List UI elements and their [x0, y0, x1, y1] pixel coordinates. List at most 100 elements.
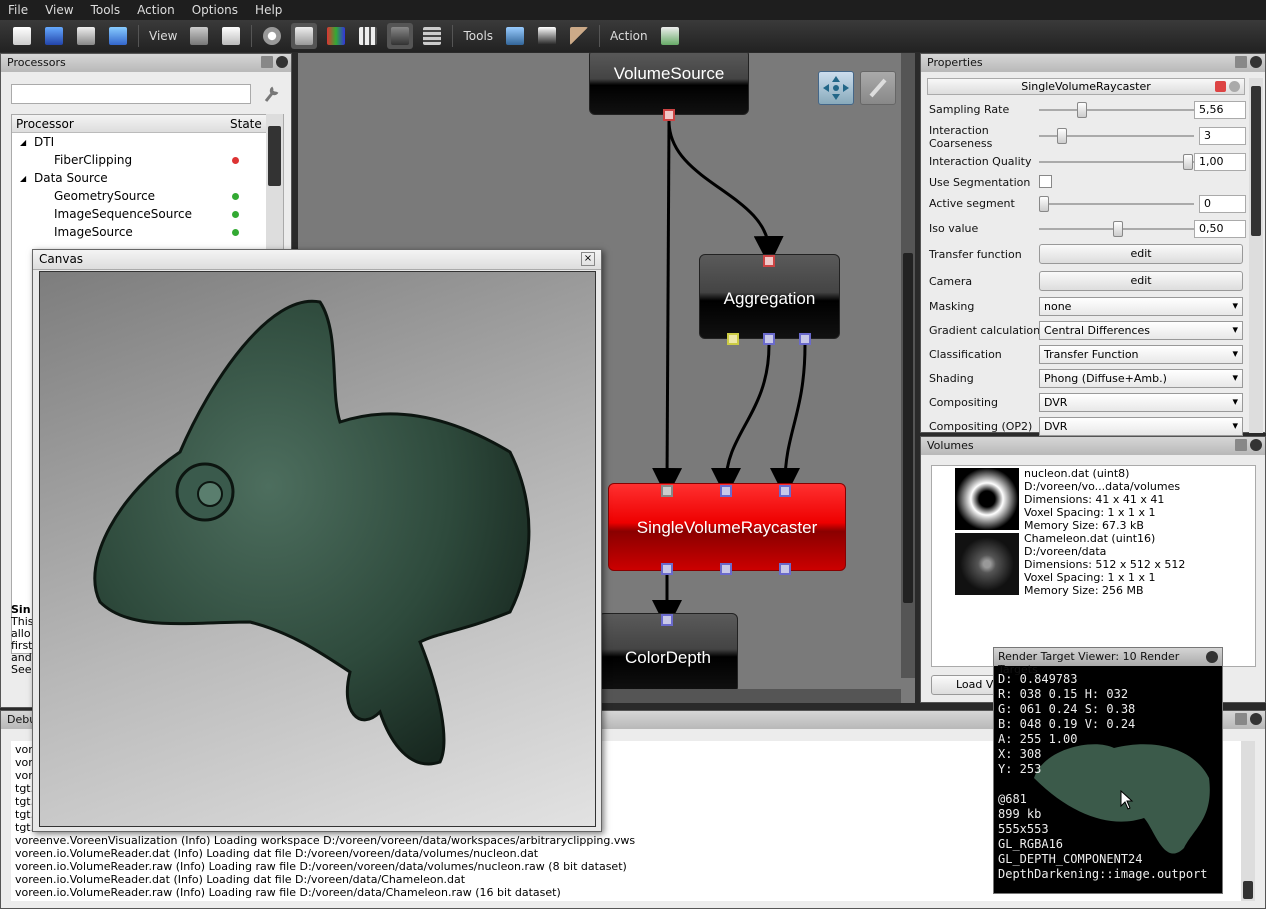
wrench-icon[interactable]	[263, 85, 279, 103]
processor-tree-row[interactable]: GeometrySource	[12, 187, 283, 205]
scrollbar-thumb[interactable]	[268, 126, 281, 186]
toolbar-separator	[138, 25, 139, 47]
canvas-titlebar[interactable]: Canvas ×	[33, 250, 601, 270]
rtv-titlebar[interactable]: Render Target Viewer: 10 Render Targets	[994, 648, 1222, 676]
menu-file[interactable]: File	[0, 3, 37, 17]
navigate-mode-button[interactable]	[818, 71, 854, 105]
processors-button[interactable]	[323, 23, 349, 49]
remove-icon[interactable]	[1215, 81, 1226, 92]
screenshot-button[interactable]	[502, 23, 528, 49]
volumes-button[interactable]	[355, 23, 381, 49]
processor-tree-row[interactable]: ◢ Data Source	[12, 169, 283, 187]
close-icon[interactable]	[1250, 439, 1262, 451]
interaction-quality-spinbox[interactable]: 1,00	[1194, 153, 1246, 171]
inport[interactable]	[661, 614, 673, 626]
menu-tools[interactable]: Tools	[83, 3, 130, 17]
render-canvas[interactable]	[39, 271, 596, 827]
close-icon[interactable]	[1250, 56, 1262, 68]
slider-handle[interactable]	[1077, 102, 1087, 118]
volume-thumbnail-nucleon[interactable]	[955, 468, 1019, 530]
inport[interactable]	[661, 485, 673, 497]
save-button[interactable]	[73, 23, 99, 49]
canvas-view-button[interactable]	[218, 23, 244, 49]
expand-arrow-icon[interactable]: ◢	[12, 138, 34, 147]
interaction-quality-slider[interactable]	[1039, 154, 1194, 170]
menu-options[interactable]: Options	[184, 3, 247, 17]
open-workspace-button[interactable]	[41, 23, 67, 49]
settings-button[interactable]	[259, 23, 285, 49]
outport[interactable]	[799, 333, 811, 345]
outport[interactable]	[720, 563, 732, 575]
volume-dimensions: Dimensions: 512 x 512 x 512	[1024, 558, 1186, 571]
properties-button[interactable]	[291, 23, 318, 49]
network-vscrollbar[interactable]	[901, 53, 915, 678]
eye-icon[interactable]	[1229, 81, 1240, 92]
camera-edit-button[interactable]: edit	[1039, 271, 1243, 291]
float-icon[interactable]	[1235, 56, 1247, 68]
float-icon[interactable]	[261, 56, 273, 68]
menu-action[interactable]: Action	[129, 3, 184, 17]
processor-tree-row[interactable]: ImageSequenceSource	[12, 205, 283, 223]
link-mode-button[interactable]	[860, 71, 896, 105]
float-icon[interactable]	[1235, 713, 1247, 725]
processor-property-header[interactable]: SingleVolumeRaycaster	[927, 78, 1245, 95]
new-workspace-button[interactable]	[9, 23, 35, 49]
masking-select[interactable]: none	[1039, 297, 1243, 316]
inport[interactable]	[763, 255, 775, 267]
properties-scrollbar[interactable]	[1249, 78, 1263, 433]
close-icon[interactable]	[276, 56, 288, 68]
load-volume-button[interactable]: Load Vo	[931, 675, 1001, 695]
expand-arrow-icon[interactable]: ◢	[12, 174, 34, 183]
sampling-rate-spinbox[interactable]: 5,56	[1194, 101, 1246, 119]
volume-item-nucleon[interactable]: nucleon.dat (uint8) D:/voreen/vo...data/…	[1024, 467, 1180, 532]
render-target-button[interactable]	[387, 23, 414, 49]
float-icon[interactable]	[1235, 439, 1247, 451]
outport[interactable]	[663, 109, 675, 121]
outport[interactable]	[763, 333, 775, 345]
iso-value-slider[interactable]	[1039, 221, 1194, 237]
sampling-rate-slider[interactable]	[1039, 102, 1194, 118]
processor-tree-row[interactable]: FiberClipping	[12, 151, 283, 169]
menu-help[interactable]: Help	[247, 3, 291, 17]
outport[interactable]	[779, 563, 791, 575]
use-segmentation-checkbox[interactable]	[1039, 175, 1052, 188]
interaction-coarseness-slider[interactable]	[1039, 128, 1194, 144]
network-view-button[interactable]	[186, 23, 212, 49]
slider-handle[interactable]	[1057, 128, 1067, 144]
active-segment-slider[interactable]	[1039, 196, 1194, 212]
close-icon[interactable]: ×	[581, 252, 595, 266]
processor-search-input[interactable]	[11, 84, 251, 104]
active-segment-spinbox[interactable]: 0	[1199, 195, 1246, 213]
processor-tree-row[interactable]: ImageSource	[12, 223, 283, 241]
close-icon[interactable]	[1206, 651, 1218, 663]
compositing-op2-select[interactable]: DVR	[1039, 417, 1243, 436]
debug-scrollbar[interactable]	[1241, 741, 1255, 901]
gradient-calculation-select[interactable]: Central Differences	[1039, 321, 1243, 340]
compositing-select[interactable]: DVR	[1039, 393, 1243, 412]
inport[interactable]	[779, 485, 791, 497]
transfer-function-edit-button[interactable]: edit	[1039, 244, 1243, 264]
save-as-button[interactable]	[105, 23, 131, 49]
rebuild-button[interactable]	[657, 23, 683, 49]
shading-select[interactable]: Phong (Diffuse+Amb.)	[1039, 369, 1243, 388]
grid-view-button[interactable]	[419, 23, 445, 49]
volume-item-chameleon[interactable]: Chameleon.dat (uint16) D:/voreen/data Di…	[1024, 532, 1185, 597]
node-volume-source[interactable]: VolumeSource	[589, 53, 749, 115]
slider-handle[interactable]	[1183, 154, 1193, 170]
menu-view[interactable]: View	[37, 3, 82, 17]
classification-select[interactable]: Transfer Function	[1039, 345, 1243, 364]
close-icon[interactable]	[1250, 713, 1262, 725]
processor-column-header[interactable]: Processor	[12, 115, 226, 132]
state-column-header[interactable]: State	[226, 115, 266, 132]
volume-thumbnail-chameleon[interactable]	[955, 533, 1019, 595]
outport[interactable]	[661, 563, 673, 575]
interaction-coarseness-spinbox[interactable]: 3	[1199, 127, 1246, 145]
processor-tree-row[interactable]: ◢ DTI	[12, 133, 283, 151]
slider-handle[interactable]	[1039, 196, 1049, 212]
inport[interactable]	[720, 485, 732, 497]
video-button[interactable]	[534, 23, 560, 49]
iso-value-spinbox[interactable]: 0,50	[1194, 220, 1246, 238]
transform-button[interactable]	[566, 23, 592, 49]
outport[interactable]	[727, 333, 739, 345]
slider-handle[interactable]	[1113, 221, 1123, 237]
